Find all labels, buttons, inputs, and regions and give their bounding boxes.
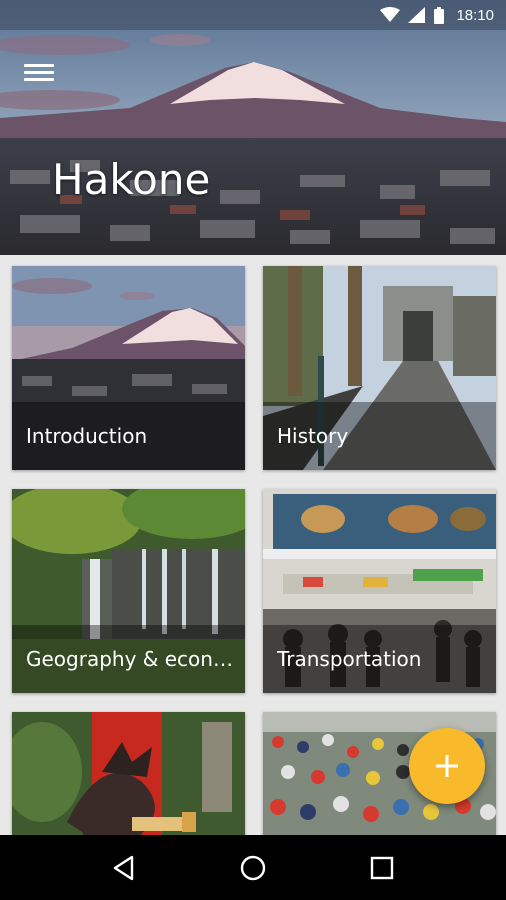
status-bar: 18:10 — [0, 0, 506, 30]
recents-icon — [370, 856, 393, 879]
header-hero — [0, 0, 506, 255]
card-history[interactable]: History — [263, 266, 496, 470]
card-geography-economy[interactable]: Geography & economy — [12, 489, 245, 693]
plus-icon — [436, 755, 458, 777]
card-dragon[interactable] — [12, 712, 245, 835]
page-title: Hakone — [52, 155, 211, 204]
card-label: Transportation — [277, 647, 422, 671]
battery-icon — [434, 6, 445, 24]
mount-fuji-hero-image — [0, 0, 506, 255]
status-time: 18:10 — [456, 6, 494, 24]
card-label: Geography & economy — [26, 647, 237, 671]
nav-home-button[interactable] — [233, 848, 273, 888]
system-navigation-bar — [0, 835, 506, 900]
card-label: Introduction — [26, 424, 148, 448]
hamburger-menu-icon[interactable] — [22, 60, 56, 88]
card-image-dragon — [12, 712, 245, 835]
add-fab-button[interactable] — [409, 728, 485, 804]
card-transportation[interactable]: Transportation — [263, 489, 496, 693]
home-icon — [240, 855, 266, 880]
wifi-icon — [380, 7, 401, 22]
nav-back-button[interactable] — [104, 848, 144, 888]
nav-recents-button[interactable] — [362, 848, 402, 888]
card-introduction[interactable]: Introduction — [12, 266, 245, 470]
card-label: History — [277, 424, 349, 448]
cellular-signal-icon — [408, 7, 426, 23]
back-icon — [114, 855, 134, 880]
